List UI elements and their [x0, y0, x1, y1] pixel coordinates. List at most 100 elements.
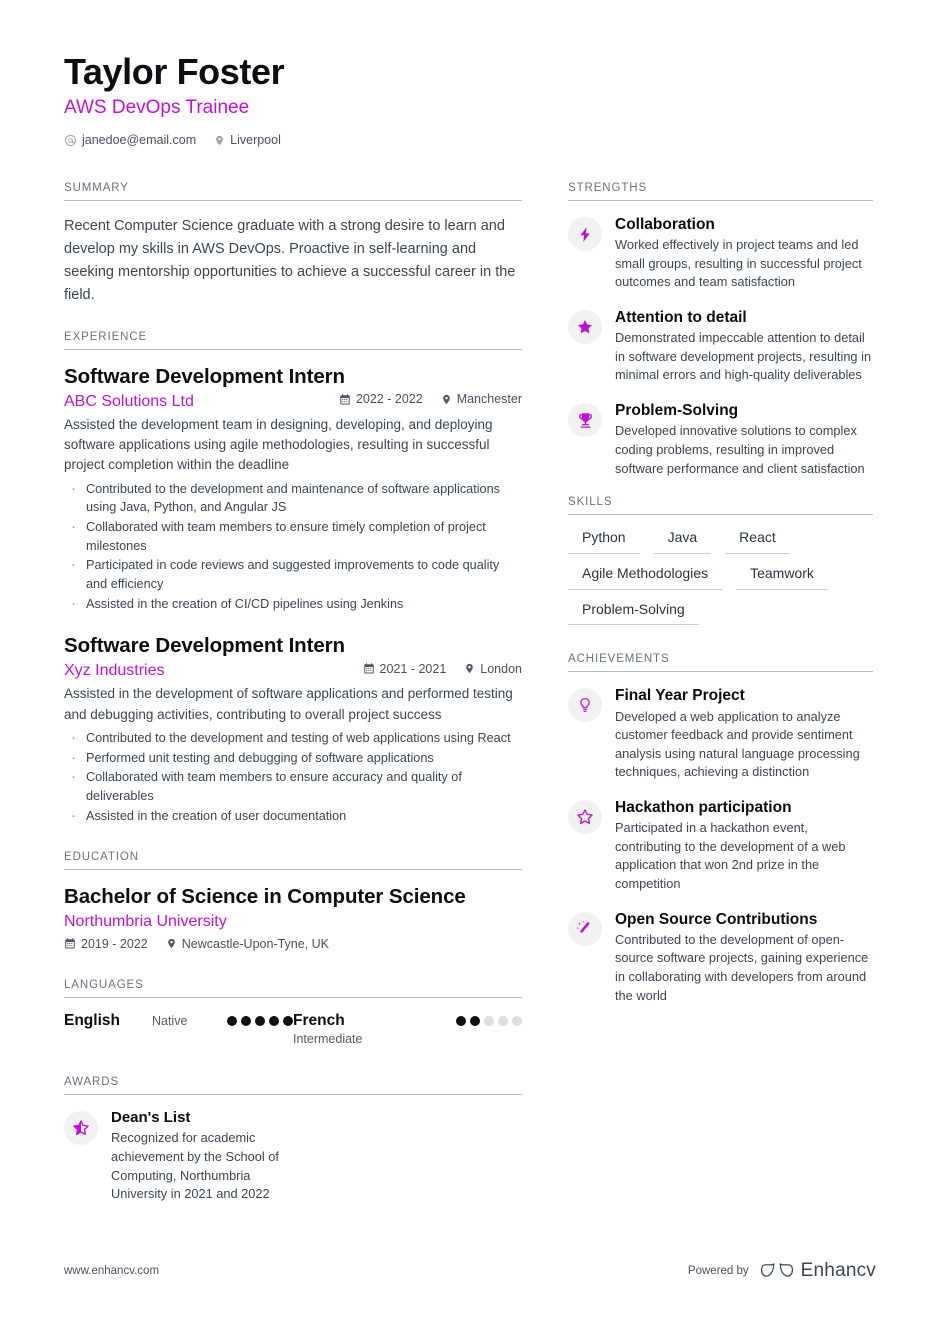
skill-tag[interactable]: Problem-Solving — [568, 599, 699, 626]
experience-bullets: Contributed to the development and testi… — [64, 727, 522, 826]
rating-dot — [512, 1015, 522, 1026]
education-dates: 2019 - 2022 — [64, 937, 148, 951]
section-awards: AWARDS Dean's List Recognized for academ… — [64, 1076, 522, 1204]
candidate-job-title: AWS DevOps Trainee — [64, 97, 250, 119]
footer-website[interactable]: www.enhancv.com — [64, 1265, 159, 1277]
star-filled-icon — [568, 310, 602, 345]
experience-meta: 2021 - 2021 London — [363, 662, 522, 676]
rating-dot — [498, 1015, 508, 1026]
right-column: STRENGTHS Collaboration Worked effective… — [568, 182, 873, 1021]
map-pin-icon — [166, 937, 177, 950]
award-description: Recognized for academic achievement by t… — [111, 1130, 279, 1202]
language-rating-dots — [227, 1012, 293, 1026]
footer-brand: Powered by Enhancv — [688, 1260, 876, 1282]
experience-meta: 2022 - 2022 Manchester — [339, 392, 522, 406]
magic-wand-icon — [568, 911, 602, 946]
rating-dot — [470, 1015, 480, 1026]
section-skills: SKILLS Python Java React Agile Methodolo… — [568, 496, 873, 626]
section-experience: EXPERIENCE Software Development Intern A… — [64, 331, 522, 826]
language-texts: French Intermediate — [293, 1012, 362, 1048]
education-location: Newcastle-Upon-Tyne, UK — [166, 937, 329, 951]
experience-location-text: Manchester — [456, 392, 522, 407]
rating-dot — [255, 1015, 265, 1026]
powered-by-label: Powered by — [687, 1265, 749, 1277]
section-summary: SUMMARY Recent Computer Science graduate… — [64, 182, 522, 307]
skill-tag[interactable]: Teamwork — [736, 563, 828, 590]
calendar-icon — [339, 393, 351, 406]
strength-item: Collaboration Worked effectively in proj… — [568, 215, 873, 292]
strength-name: Problem-Solving — [615, 402, 739, 420]
education-meta: 2019 - 2022 Newcastle-Upon-Tyne, UK — [64, 937, 522, 951]
strength-body: Collaboration Worked effectively in proj… — [615, 215, 873, 292]
education-degree: Bachelor of Science in Computer Science — [64, 885, 466, 909]
trophy-icon — [568, 403, 602, 438]
experience-bullet: Contributed to the development and maint… — [64, 477, 522, 517]
left-column: SUMMARY Recent Computer Science graduate… — [64, 182, 522, 1220]
strength-description: Developed innovative solutions to comple… — [615, 423, 865, 476]
experience-bullet: Assisted in the creation of CI/CD pipeli… — [64, 593, 522, 615]
achievement-item: Hackathon participation Participated in … — [568, 798, 873, 894]
skill-tag[interactable]: Python — [568, 527, 640, 554]
skills-list: Python Java React Agile Methodologies Te… — [568, 527, 873, 626]
strength-description: Demonstrated impeccable attention to det… — [615, 330, 872, 383]
skills-row: Python Java React — [568, 527, 873, 554]
rating-dot — [269, 1015, 279, 1026]
rating-dot — [283, 1015, 293, 1026]
section-strengths: STRENGTHS Collaboration Worked effective… — [568, 182, 873, 478]
star-outline-icon — [568, 800, 602, 834]
calendar-icon — [363, 662, 375, 675]
strength-name: Collaboration — [615, 216, 715, 233]
experience-bullet: Participated in code reviews and suggest… — [64, 554, 522, 593]
map-pin-icon — [214, 134, 225, 147]
section-title-summary: SUMMARY — [64, 182, 522, 201]
rating-dot — [227, 1015, 237, 1026]
award-item: Dean's List Recognized for academic achi… — [64, 1109, 299, 1204]
experience-bullet: Collaborated with team members to ensure… — [64, 766, 522, 805]
rating-dot — [241, 1015, 251, 1026]
contact-location-text: Liverpool — [230, 133, 281, 148]
half-star-icon — [64, 1110, 98, 1145]
section-title-education: EDUCATION — [64, 851, 522, 871]
award-body: Dean's List Recognized for academic achi… — [111, 1109, 299, 1204]
resume-page: Taylor Foster AWS DevOps Trainee janedoe… — [0, 0, 940, 1330]
skill-tag[interactable]: React — [725, 527, 790, 554]
achievement-body: Hackathon participation Participated in … — [615, 798, 873, 894]
language-level: Native — [151, 1013, 188, 1028]
achievement-name: Hackathon participation — [615, 799, 792, 816]
candidate-name: Taylor Foster — [64, 51, 285, 92]
skill-tag[interactable]: Agile Methodologies — [568, 563, 723, 590]
strength-description: Worked effectively in project teams and … — [615, 237, 862, 290]
experience-subrow: ABC Solutions Ltd 2022 - 2022 Manchester — [64, 392, 522, 411]
strength-body: Problem-Solving Developed innovative sol… — [615, 401, 873, 478]
section-title-achievements: ACHIEVEMENTS — [568, 653, 873, 673]
language-item: French Intermediate — [293, 1012, 522, 1048]
languages-grid: English Native French Intermediate — [64, 1012, 522, 1048]
enhancv-logo: Enhancv — [760, 1260, 876, 1282]
contact-email[interactable]: janedoe@email.com — [64, 133, 196, 147]
experience-location-text: London — [480, 661, 522, 676]
language-name: English — [64, 1011, 120, 1029]
achievement-item: Open Source Contributions Contributed to… — [568, 910, 873, 1006]
contact-location: Liverpool — [214, 133, 281, 147]
section-education: EDUCATION Bachelor of Science in Compute… — [64, 851, 522, 951]
achievement-description: Contributed to the development of open-s… — [615, 931, 869, 1003]
experience-description: Assisted the development team in designi… — [64, 416, 493, 473]
resume-header: Taylor Foster AWS DevOps Trainee janedoe… — [64, 51, 684, 147]
section-title-awards: AWARDS — [64, 1076, 522, 1095]
section-title-skills: SKILLS — [568, 496, 873, 516]
skill-tag[interactable]: Java — [653, 527, 712, 554]
achievement-name: Final Year Project — [615, 687, 745, 705]
achievement-description: Participated in a hackathon event, contr… — [615, 820, 846, 892]
rating-dot — [484, 1015, 494, 1026]
experience-dates-text: 2021 - 2021 — [379, 661, 447, 676]
summary-text: Recent Computer Science graduate with a … — [64, 218, 516, 303]
calendar-icon — [64, 937, 76, 950]
achievement-name: Open Source Contributions — [615, 910, 818, 928]
experience-dates: 2022 - 2022 — [339, 392, 423, 406]
education-entry: Bachelor of Science in Computer Science … — [64, 884, 522, 951]
section-title-experience: EXPERIENCE — [64, 331, 522, 350]
strength-item: Attention to detail Demonstrated impecca… — [568, 308, 873, 385]
section-achievements: ACHIEVEMENTS Final Year Project Develope… — [568, 653, 873, 1005]
award-name: Dean's List — [111, 1108, 191, 1126]
achievement-description: Developed a web application to analyze c… — [615, 708, 860, 780]
